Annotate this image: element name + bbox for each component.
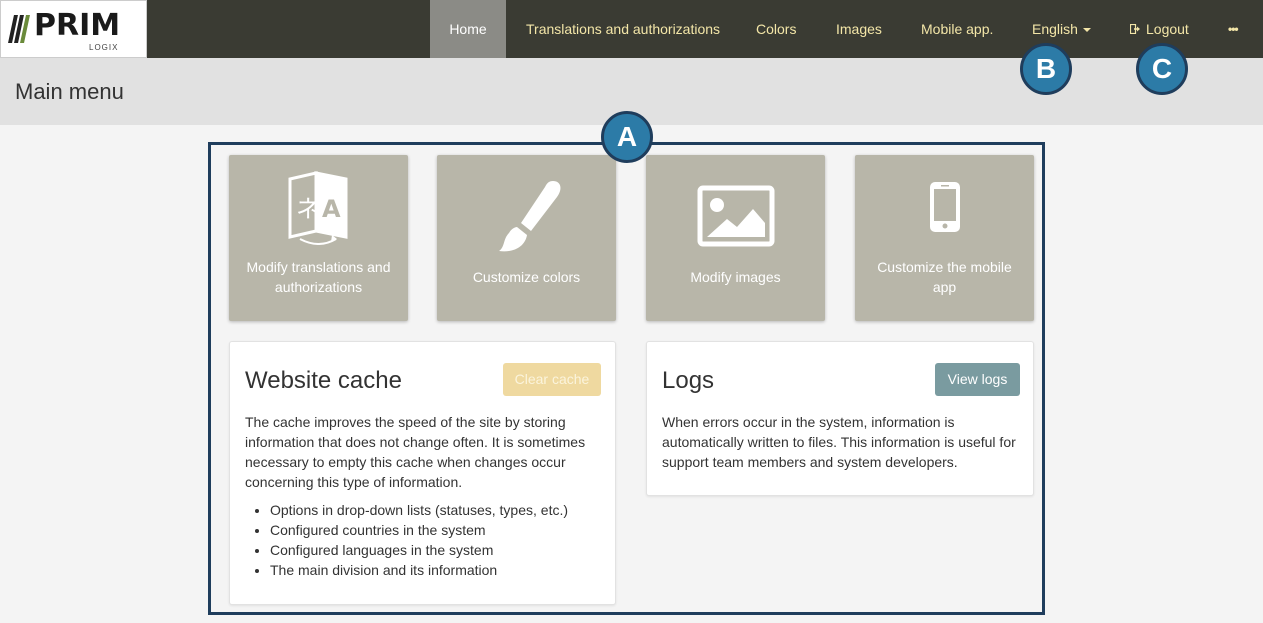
svg-text:A: A [322, 195, 341, 223]
list-item: Options in drop-down lists (statuses, ty… [270, 500, 568, 520]
logo[interactable]: PRIM LOGIX [0, 0, 147, 58]
list-item: The main division and its information [270, 560, 568, 580]
view-logs-button[interactable]: View logs [935, 363, 1020, 396]
nav-colors[interactable]: Colors [756, 0, 796, 58]
tile-customize-mobile-app[interactable]: Customize the mobile app [855, 155, 1034, 321]
clear-cache-button[interactable]: Clear cache [503, 363, 601, 396]
callout-badge-a: A [601, 111, 653, 163]
more-options-button[interactable]: ••• [1228, 0, 1239, 58]
logs-description: When errors occur in the system, informa… [662, 414, 1016, 470]
nav-home[interactable]: Home [430, 0, 506, 58]
tile-customize-colors[interactable]: Customize colors [437, 155, 616, 321]
logs-card: Logs View logs When errors occur in the … [646, 341, 1034, 496]
card-title: Website cache [245, 367, 402, 394]
top-navbar: PRIM LOGIX Home Translations and authori… [0, 0, 1263, 58]
caret-down-icon [1082, 28, 1091, 33]
list-item: Configured countries in the system [270, 520, 568, 540]
svg-text:ネ: ネ [296, 195, 320, 223]
page-title: Main menu [15, 79, 124, 104]
tile-label: Modify translations and authorizations [246, 259, 391, 295]
nav-mobile-app[interactable]: Mobile app. [921, 0, 993, 58]
language-label: English [1032, 21, 1078, 37]
list-item: Configured languages in the system [270, 540, 568, 560]
tile-label: Customize the mobile app [877, 259, 1012, 295]
logout-icon [1130, 24, 1141, 35]
callout-badge-c: C [1136, 43, 1188, 95]
tile-modify-images[interactable]: Modify images [646, 155, 825, 321]
tile-label: Customize colors [472, 269, 581, 285]
image-icon [697, 185, 775, 252]
tile-modify-translations[interactable]: ネ A Modify translations and authorizatio… [229, 155, 408, 321]
tile-label: Modify images [690, 269, 781, 285]
logo-subtext: LOGIX [89, 43, 119, 52]
logout-label: Logout [1146, 21, 1189, 37]
paintbrush-icon [489, 177, 565, 258]
website-cache-card: Website cache Clear cache The cache impr… [229, 341, 616, 605]
mobile-phone-icon [929, 181, 961, 238]
nav-images[interactable]: Images [836, 0, 882, 58]
logo-bars-icon [8, 15, 35, 43]
card-title: Logs [662, 367, 715, 394]
callout-badge-b: B [1020, 43, 1072, 95]
translate-icon: ネ A [286, 169, 352, 250]
logo-text: PRIM [34, 8, 121, 43]
nav-translations-authorizations[interactable]: Translations and authorizations [526, 0, 720, 58]
cache-items-list: Options in drop-down lists (statuses, ty… [270, 500, 568, 580]
cache-description: The cache improves the speed of the site… [245, 414, 586, 490]
